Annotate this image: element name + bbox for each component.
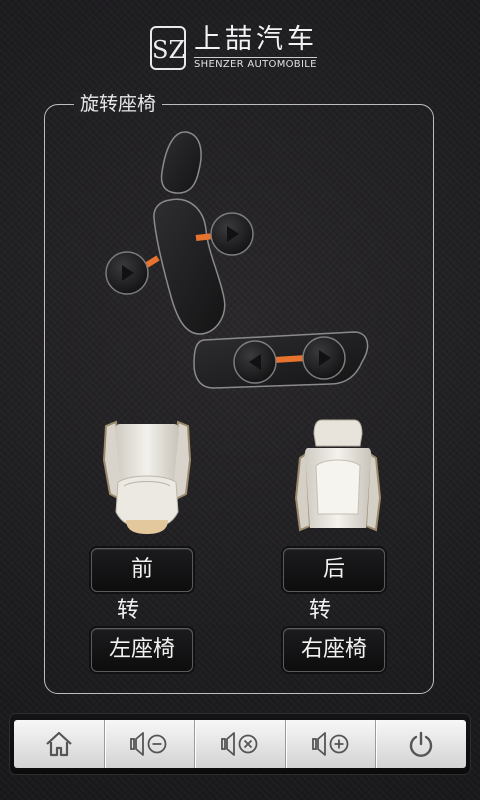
left-seat-button[interactable]: 左座椅 (91, 628, 193, 672)
mute-button[interactable] (195, 720, 286, 768)
backrest-pad[interactable] (153, 198, 226, 335)
logo-mark: SZ (150, 26, 186, 70)
slide-link (273, 355, 307, 363)
front-seat-image (102, 420, 192, 534)
right-seat-button[interactable]: 右座椅 (283, 628, 385, 672)
rear-rotate-button[interactable]: 后转 (283, 548, 385, 623)
toolbar-buttons (14, 720, 466, 768)
slide-backward-knob[interactable] (233, 340, 277, 384)
seat-adjust-diagram (105, 131, 369, 389)
rear-seat-image (294, 419, 382, 532)
bottom-toolbar (10, 714, 470, 774)
panel-title: 旋转座椅 (74, 92, 163, 116)
slide-forward-knob[interactable] (302, 336, 346, 380)
volume-down-icon (130, 732, 167, 756)
volume-down-button[interactable] (105, 720, 196, 768)
power-icon (409, 731, 433, 757)
home-button[interactable] (14, 720, 105, 768)
volume-up-button[interactable] (286, 720, 377, 768)
headrest-pad[interactable] (160, 131, 202, 194)
mute-icon (221, 732, 258, 756)
power-button[interactable] (376, 720, 466, 768)
backrest-forward-knob[interactable] (210, 212, 254, 256)
recline-back-knob[interactable] (105, 251, 149, 295)
volume-up-icon (311, 732, 348, 756)
home-icon (46, 731, 72, 757)
brand-logo: SZ 上喆汽车 SHENZER AUTOMOBILE (150, 24, 340, 72)
front-rotate-button[interactable]: 前转 (91, 548, 193, 623)
brand-name-cn: 上喆汽车 (194, 24, 318, 55)
brand-name-en: SHENZER AUTOMOBILE (194, 57, 317, 70)
